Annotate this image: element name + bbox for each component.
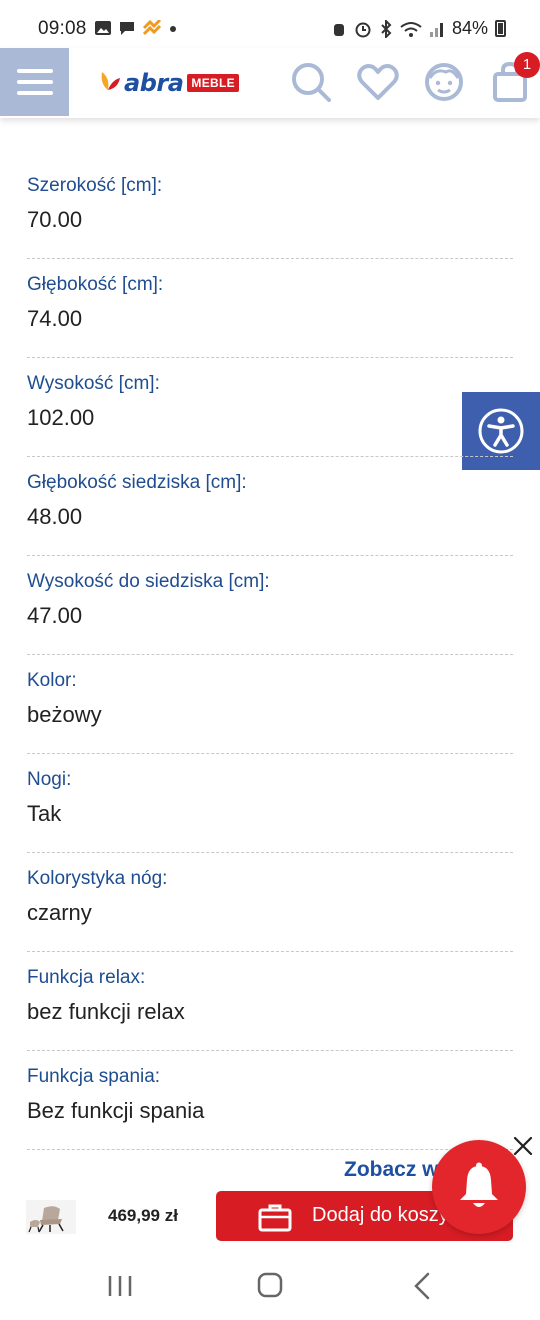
spec-value: bez funkcji relax [27,999,185,1024]
spec-value: czarny [27,900,92,925]
clock-icon [355,22,371,37]
spec-row-width: Szerokość [cm]: 70.00 [27,160,513,259]
home-icon[interactable] [250,1270,290,1302]
cart-count-badge: 1 [514,52,540,78]
spec-value: 74.00 [27,306,83,331]
close-icon[interactable] [511,1134,535,1158]
spec-row-height: Wysokość [cm]: 102.00 [27,358,513,457]
bluetooth-icon [381,19,392,38]
spec-label: Szerokość [cm]: [27,175,163,196]
back-icon[interactable] [402,1270,442,1302]
spec-label: Wysokość [cm]: [27,373,160,394]
spec-value: Bez funkcji spania [27,1098,205,1123]
heart-icon[interactable] [356,60,400,104]
gallery-icon [95,21,111,35]
spec-label: Funkcja spania: [27,1066,161,1087]
status-bar: 09:08 84% [0,0,540,48]
spec-label: Kolorystyka nóg: [27,868,168,889]
notification-icons [94,20,178,36]
spec-value: 70.00 [27,207,83,232]
battery-level: 84% [451,18,488,38]
spec-label: Wysokość do siedziska [cm]: [27,571,270,592]
menu-icon [16,69,53,73]
shopping-bag-icon [258,1204,292,1232]
spec-row-seat-height: Wysokość do siedziska [cm]: 47.00 [27,556,513,655]
spec-label: Kolor: [27,670,77,691]
logo-mark-icon [101,72,120,90]
alarm-icon [333,23,344,36]
system-icons: 84% [331,18,506,39]
product-price: 469,99 zł [108,1206,178,1225]
spec-value: beżowy [27,702,102,727]
system-nav-bar [0,1252,540,1320]
recent-apps-icon[interactable] [100,1270,140,1302]
signal-icon [429,22,443,37]
spec-label: Funkcja relax: [27,967,146,988]
status-time: 09:08 [38,18,87,39]
product-thumbnail [26,1200,76,1234]
menu-icon-line [16,91,53,95]
spec-label: Nogi: [27,769,72,790]
spec-label: Głębokość [cm]: [27,274,164,295]
battery-icon [495,20,506,37]
spec-row-relax: Funkcja relax: bez funkcji relax [27,952,513,1051]
spec-row-depth: Głębokość [cm]: 74.00 [27,259,513,358]
site-header: abra MEBLE [0,48,540,118]
dot-icon [170,26,176,32]
product-specifications: Szerokość [cm]: 70.00 Głębokość [cm]: 74… [27,160,513,1150]
logo-text: abra [124,69,184,97]
spec-value: Tak [27,801,62,826]
spec-label: Głębokość siedziska [cm]: [27,472,247,493]
search-icon[interactable] [289,60,333,104]
logo-badge: MEBLE [187,74,239,92]
spec-row-seat-depth: Głębokość siedziska [cm]: 48.00 [27,457,513,556]
spec-row-leg-color: Kolorystyka nóg: czarny [27,853,513,952]
account-icon[interactable] [422,60,466,104]
spec-value: 102.00 [27,405,95,430]
site-logo[interactable]: abra MEBLE [98,69,239,97]
see-more-link[interactable]: Zobacz w [344,1158,439,1182]
spec-value: 48.00 [27,504,83,529]
spec-row-legs: Nogi: Tak [27,754,513,853]
menu-button[interactable] [0,48,69,116]
spec-value: 47.00 [27,603,83,628]
spec-row-sleeping: Funkcja spania: Bez funkcji spania [27,1051,513,1150]
app-icon [142,20,162,36]
spec-row-color: Kolor: beżowy [27,655,513,754]
wifi-icon [400,21,422,37]
menu-icon-line [16,80,53,84]
chat-icon [120,22,134,35]
add-to-cart-label: Dodaj do koszy [312,1204,449,1226]
bell-icon [460,1162,498,1207]
